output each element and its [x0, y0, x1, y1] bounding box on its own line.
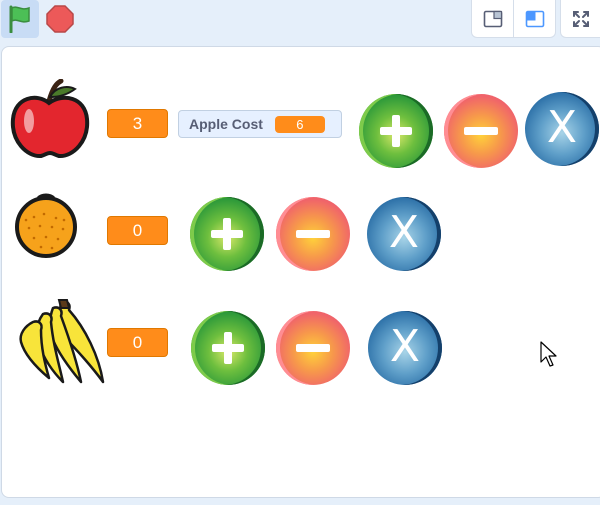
apple-sprite[interactable]: [9, 79, 91, 159]
plus-icon: [212, 332, 244, 364]
stage-toolbar: [0, 0, 600, 40]
banana-remove-button[interactable]: [276, 311, 350, 385]
small-stage-button[interactable]: [472, 0, 513, 37]
plus-icon: [380, 115, 412, 147]
orange-add-button[interactable]: [190, 197, 264, 271]
stage-layout-toggle: [471, 0, 556, 38]
fullscreen-icon: [572, 10, 589, 27]
normal-stage-button[interactable]: [513, 0, 555, 37]
fullscreen-button[interactable]: [560, 0, 600, 38]
apple-count-monitor: 3: [107, 109, 168, 138]
small-stage-layout-icon: [483, 10, 502, 27]
apple-clear-button[interactable]: X: [525, 92, 599, 166]
minus-icon: [464, 127, 498, 135]
orange-clear-button[interactable]: X: [367, 197, 441, 271]
stop-button[interactable]: [44, 3, 76, 35]
orange-sprite[interactable]: [14, 192, 78, 258]
banana-clear-button[interactable]: X: [368, 311, 442, 385]
stop-sign-icon: [46, 5, 74, 33]
mouse-cursor-icon: [540, 341, 557, 367]
apple-cost-label: Apple Cost: [189, 116, 263, 132]
apple-cost-monitor: Apple Cost 6: [178, 110, 342, 138]
plus-icon: [211, 218, 243, 250]
orange-remove-button[interactable]: [276, 197, 350, 271]
green-flag-button[interactable]: [1, 0, 39, 38]
banana-sprite[interactable]: [15, 298, 107, 386]
apple-add-button[interactable]: [359, 94, 433, 168]
x-icon: X: [389, 321, 421, 372]
normal-stage-layout-icon: [525, 10, 544, 27]
orange-count-monitor: 0: [107, 216, 168, 245]
x-icon: X: [388, 207, 420, 258]
banana-add-button[interactable]: [191, 311, 265, 385]
minus-icon: [296, 344, 330, 352]
apple-remove-button[interactable]: [444, 94, 518, 168]
green-flag-icon: [9, 5, 30, 33]
stage[interactable]: 3 Apple Cost 6 X 0 X 0 X: [1, 46, 600, 498]
x-icon: X: [546, 102, 578, 153]
minus-icon: [296, 230, 330, 238]
banana-count-monitor: 0: [107, 328, 168, 357]
apple-cost-value: 6: [274, 115, 325, 133]
